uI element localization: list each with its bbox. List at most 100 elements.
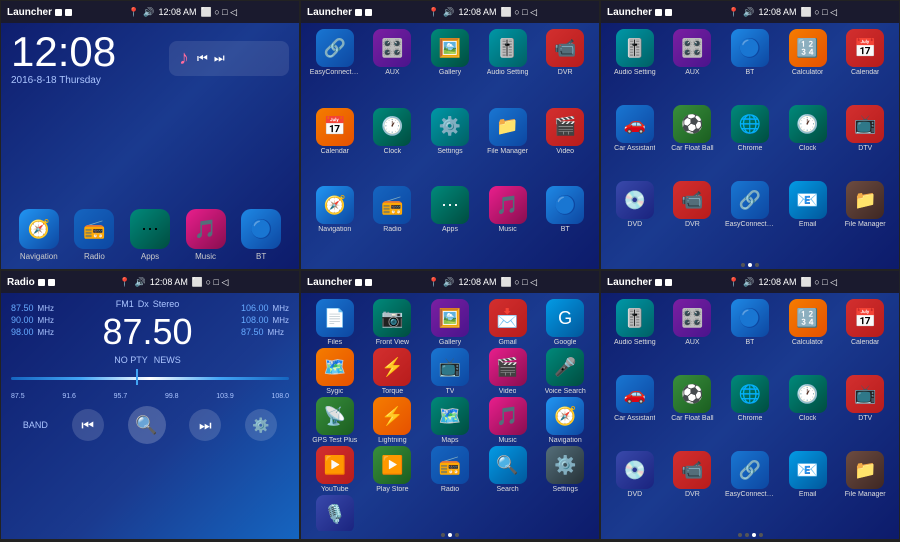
app-nav-5[interactable]: 🧭 Navigation [537, 397, 593, 444]
app-car-6[interactable]: 🚗 Car Assistant [607, 375, 663, 449]
nav-navigation-1[interactable]: 🧭 Navigation [19, 209, 59, 261]
app-clock[interactable]: 🕐 Clock [365, 108, 421, 185]
app-email-6[interactable]: 📧 Email [780, 451, 836, 525]
app-dvr[interactable]: 📹 DVR [537, 29, 593, 106]
app-easy-6[interactable]: 🔗 EasyConnection [722, 451, 778, 525]
app-gallery-5[interactable]: 🖼️ Gallery [422, 299, 478, 346]
status-bar-1: Launcher 📍 🔊 12:08 AM ⬜ ○ □ ◁ [1, 1, 299, 23]
app-fm-6[interactable]: 📁 File Manager [837, 451, 893, 525]
band-label[interactable]: BAND [23, 420, 48, 430]
dx-label: Dx [138, 299, 149, 309]
radio-body: 87.50 MHz 90.00 MHz 98.00 MHz FM1 Dx Ste… [1, 293, 299, 539]
prev-btn[interactable]: ⏮ [197, 51, 208, 66]
app-calendar-3[interactable]: 📅 Calendar [837, 29, 893, 103]
app-calc-6[interactable]: 🔢 Calculator [780, 299, 836, 373]
music-note-icon: ♪ [179, 47, 189, 70]
app-label-6: Launcher [607, 277, 652, 288]
app-audio-setting-3[interactable]: 🎚️ Audio Setting [607, 29, 663, 103]
app-aux-3[interactable]: 🎛️ AUX [665, 29, 721, 103]
app-voicesearch[interactable]: 🎤 Voice Search [537, 348, 593, 395]
app-dvr-3[interactable]: 📹 DVR [665, 181, 721, 255]
app-chrome-3[interactable]: 🌐 Chrome [722, 105, 778, 179]
status-location-icon: 📍 [128, 7, 139, 18]
app-carassist-3[interactable]: 🚗 Car Assistant [607, 105, 663, 179]
app-settings-5[interactable]: ⚙️ Settings [537, 446, 593, 493]
radio-controls: BAND ⏮ 🔍 ⏭ ⚙️ [11, 400, 289, 450]
app-filemanager[interactable]: 📁 File Manager [480, 108, 536, 185]
app-settings[interactable]: ⚙️ Settings [422, 108, 478, 185]
nav-bt-1[interactable]: 🔵 BT [241, 209, 281, 261]
app-audio-6[interactable]: 🎚️ Audio Setting [607, 299, 663, 373]
cell-launcher-5: Launcher 📍 🔊 12:08 AM ⬜ ○ □ ◁ 📄 Files 📷 … [300, 270, 600, 540]
app-email-3[interactable]: 📧 Email [780, 181, 836, 255]
app-bt-3[interactable]: 🔵 BT [722, 29, 778, 103]
music-widget-1[interactable]: ♪ ⏮ ⏭ [169, 41, 289, 76]
app-maps[interactable]: 🗺️ Maps [422, 397, 478, 444]
app-google[interactable]: G Google [537, 299, 593, 346]
app-cal-6[interactable]: 📅 Calendar [837, 299, 893, 373]
app-dtv-3[interactable]: 📺 DTV [837, 105, 893, 179]
app-carball-6[interactable]: ⚽ Car Float Ball [665, 375, 721, 449]
app-easy-3[interactable]: 🔗 EasyConnection [722, 181, 778, 255]
app-sygic[interactable]: 🗺️ Sygic [307, 348, 363, 395]
app-chrome-6[interactable]: 🌐 Chrome [722, 375, 778, 449]
clock-widget-1: 12:08 2016-8-18 Thursday ♪ ⏮ ⏭ [11, 31, 289, 86]
search-btn[interactable]: 🔍 [128, 406, 166, 444]
app-youtube[interactable]: ▶️ YouTube [307, 446, 363, 493]
radio-icon-2: 📻 [373, 186, 411, 224]
app-dvd-6[interactable]: 💿 DVD [607, 451, 663, 525]
settings-icon: ⚙️ [431, 108, 469, 146]
nav-radio-1[interactable]: 📻 Radio [74, 209, 114, 261]
app-audio-setting[interactable]: 🎚️ Audio Setting [480, 29, 536, 106]
music-controls-1[interactable]: ⏮ ⏭ [197, 51, 225, 66]
app-clock-3[interactable]: 🕐 Clock [780, 105, 836, 179]
next-track-btn[interactable]: ⏭ [189, 409, 221, 441]
app-calculator-3[interactable]: 🔢 Calculator [780, 29, 836, 103]
app-aux-6[interactable]: 🎛️ AUX [665, 299, 721, 373]
app-gallery[interactable]: 🖼️ Gallery [422, 29, 478, 106]
audio-setting-icon: 🎚️ [489, 29, 527, 67]
nav-app-apps[interactable]: ⋯ Apps [422, 186, 478, 263]
app-torque[interactable]: ⚡ Torque [365, 348, 421, 395]
app-frontview[interactable]: 📷 Front View [365, 299, 421, 346]
status-time-6: 12:08 AM [758, 277, 796, 287]
app-tv[interactable]: 📺 TV [422, 348, 478, 395]
app-dvd-3[interactable]: 💿 DVD [607, 181, 663, 255]
app-easyconnection[interactable]: 🔗 EasyConnection [307, 29, 363, 106]
app-soundrec[interactable]: 🎙️ Sound Recorder [307, 495, 363, 531]
next-btn[interactable]: ⏭ [214, 51, 225, 66]
radio-tuner-bar[interactable] [11, 369, 289, 389]
app-bt-6[interactable]: 🔵 BT [722, 299, 778, 373]
nav-app-nav[interactable]: 🧭 Navigation [307, 186, 363, 263]
app-lightning[interactable]: ⚡ Lightning [365, 397, 421, 444]
app-label-5: Launcher [307, 277, 352, 288]
app-clk-6[interactable]: 🕐 Clock [780, 375, 836, 449]
eq-settings-btn[interactable]: ⚙️ [245, 409, 277, 441]
app-fm-3[interactable]: 📁 File Manager [837, 181, 893, 255]
nav-app-music[interactable]: 🎵 Music [480, 186, 536, 263]
app-gpstest[interactable]: 📡 GPS Test Plus [307, 397, 363, 444]
nav-app-radio[interactable]: 📻 Radio [365, 186, 421, 263]
app-gmail[interactable]: 📩 Gmail [480, 299, 536, 346]
filemanager-icon: 📁 [489, 108, 527, 146]
nav-app-bt[interactable]: 🔵 BT [537, 186, 593, 263]
app-dvr-6[interactable]: 📹 DVR [665, 451, 721, 525]
nav-bar-1: 🧭 Navigation 📻 Radio ⋯ Apps 🎵 Music 🔵 BT [11, 201, 289, 261]
app-calendar[interactable]: 📅 Calendar [307, 108, 363, 185]
app-video-5[interactable]: 🎬 Video [480, 348, 536, 395]
news-label: NEWS [154, 355, 181, 365]
app-dtv-6[interactable]: 📺 DTV [837, 375, 893, 449]
nav-apps-1[interactable]: ⋯ Apps [130, 209, 170, 261]
app-music-5[interactable]: 🎵 Music [480, 397, 536, 444]
app-radio-5[interactable]: 📻 Radio [422, 446, 478, 493]
nav-music-1[interactable]: 🎵 Music [186, 209, 226, 261]
app-video[interactable]: 🎬 Video [537, 108, 593, 185]
radio-label: Radio [7, 277, 35, 288]
app-carfloat-3[interactable]: ⚽ Car Float Ball [665, 105, 721, 179]
app-playstore[interactable]: ▶️ Play Store [365, 446, 421, 493]
aux-icon: 🎛️ [373, 29, 411, 67]
app-search-5[interactable]: 🔍 Search [480, 446, 536, 493]
app-files[interactable]: 📄 Files [307, 299, 363, 346]
app-aux[interactable]: 🎛️ AUX [365, 29, 421, 106]
prev-track-btn[interactable]: ⏮ [72, 409, 104, 441]
